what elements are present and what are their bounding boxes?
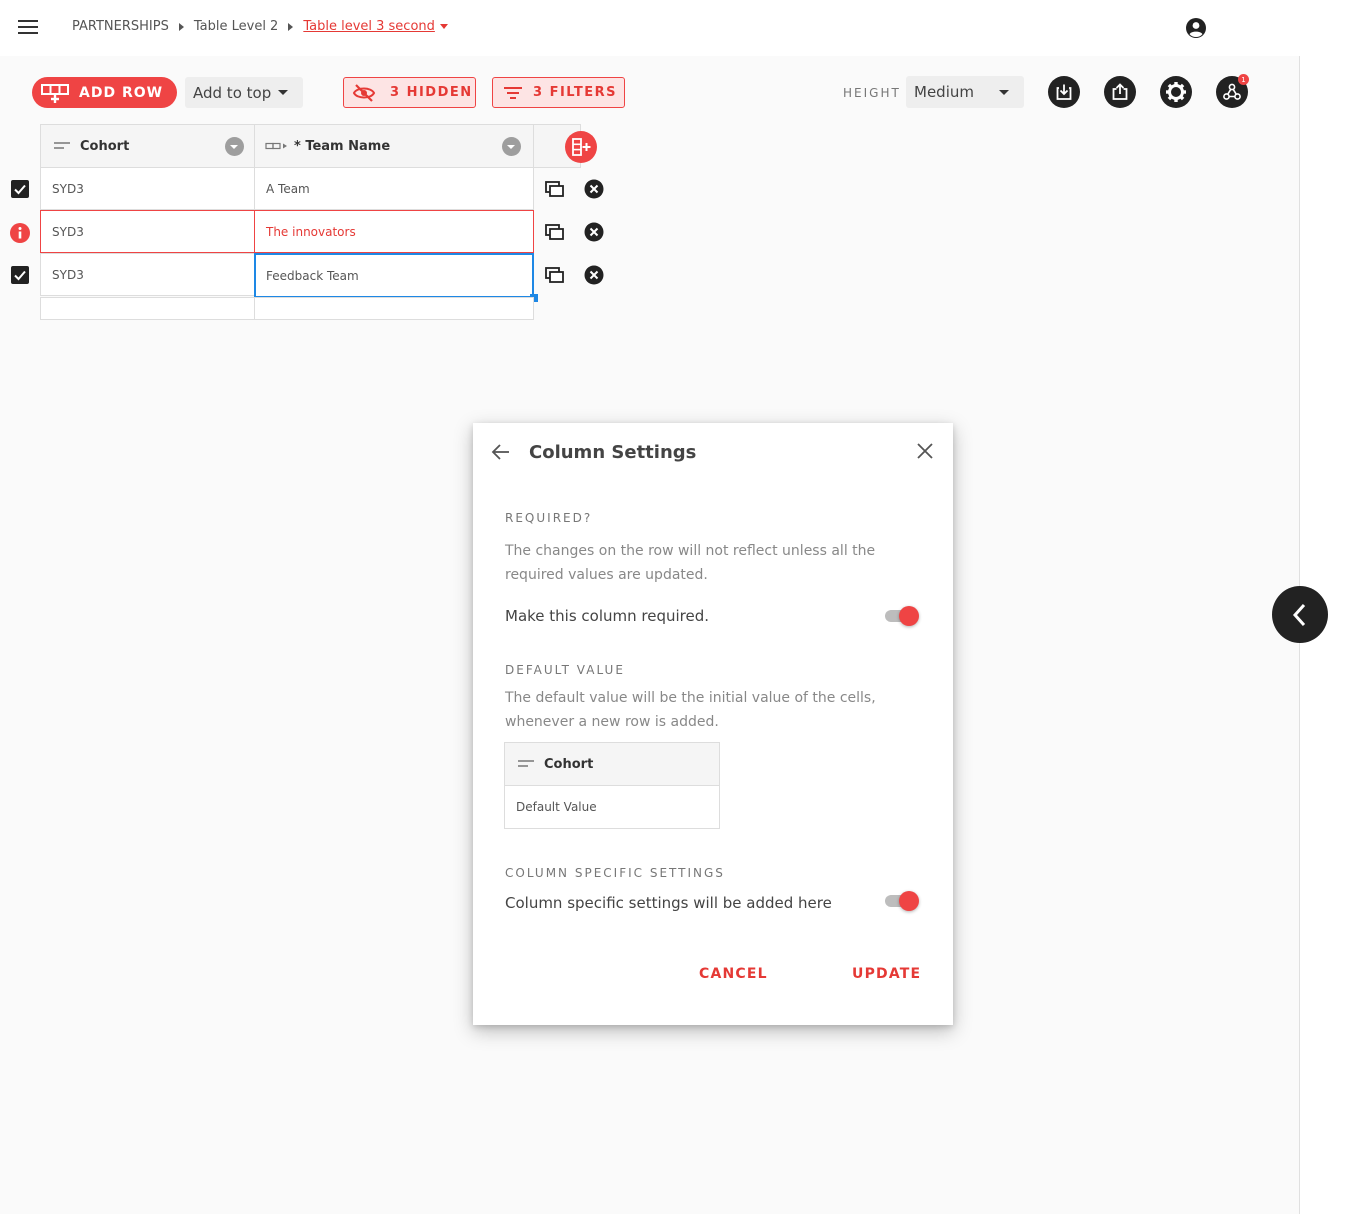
gear-icon	[1166, 82, 1186, 102]
caret-down-icon	[999, 90, 1009, 95]
breadcrumb-current-label: Table level 3 second	[303, 19, 435, 34]
column-header-cohort[interactable]: Cohort	[40, 124, 255, 168]
column-header-team-name[interactable]: * Team Name	[254, 124, 534, 168]
hidden-columns-button[interactable]: 3 HIDDEN	[343, 77, 476, 108]
webhook-icon	[1223, 83, 1241, 100]
export-icon	[1112, 83, 1128, 100]
column-menu-dropdown[interactable]	[502, 137, 521, 156]
default-value-description: The default value will be the initial va…	[505, 690, 876, 730]
cancel-button[interactable]: CANCEL	[699, 966, 768, 982]
delete-row-icon[interactable]	[584, 265, 604, 285]
delete-row-icon[interactable]	[584, 222, 604, 242]
chevron-right-icon	[178, 22, 184, 31]
toggle-thumb	[899, 606, 919, 626]
table-cell-cohort[interactable]: SYD3	[40, 210, 255, 253]
table-cell-empty[interactable]	[40, 297, 255, 320]
caret-down-icon	[278, 90, 288, 95]
menu-icon[interactable]	[18, 20, 38, 36]
column-settings-dialog: Column Settings REQUIRED? The changes on…	[473, 423, 953, 1025]
import-icon	[1056, 84, 1072, 100]
add-position-value: Add to top	[193, 83, 272, 102]
short-text-icon	[518, 760, 534, 767]
add-row-button[interactable]: ADD ROW	[32, 77, 177, 108]
row-height-value: Medium	[914, 83, 974, 101]
top-bar: PARTNERSHIPS Table Level 2 Table level 3…	[0, 0, 1360, 56]
breadcrumb: PARTNERSHIPS Table Level 2 Table level 3…	[72, 19, 448, 34]
column-specific-toggle[interactable]	[883, 891, 921, 911]
default-value-section-label: DEFAULT VALUE	[505, 663, 625, 677]
checkbox-checked-icon[interactable]	[11, 266, 29, 284]
filters-label: 3 FILTERS	[533, 85, 618, 100]
update-button[interactable]: UPDATE	[852, 966, 921, 982]
arrow-back-icon[interactable]	[491, 442, 511, 462]
hidden-columns-label: 3 HIDDEN	[390, 85, 473, 100]
table-cell-team-name[interactable]: A Team	[254, 167, 534, 210]
default-value-input[interactable]: Default Value	[504, 785, 720, 829]
chevron-right-icon	[288, 22, 294, 31]
breadcrumb-item-current[interactable]: Table level 3 second	[303, 19, 448, 34]
import-button[interactable]	[1048, 76, 1080, 108]
link-column-icon	[265, 142, 287, 150]
duplicate-row-icon[interactable]	[544, 179, 564, 199]
column-specific-section-label: COLUMN SPECIFIC SETTINGS	[505, 866, 725, 880]
column-specific-toggle-label: Column specific settings will be added h…	[505, 894, 832, 912]
row-height-select[interactable]: Medium	[906, 76, 1024, 108]
add-row-icon	[41, 83, 69, 103]
dialog-title: Column Settings	[529, 442, 697, 463]
delete-row-icon[interactable]	[584, 179, 604, 199]
duplicate-row-icon[interactable]	[544, 265, 564, 285]
add-position-select[interactable]: Add to top	[185, 77, 303, 108]
error-info-icon[interactable]	[10, 223, 30, 243]
table-cell-team-name-active[interactable]: Feedback Team	[254, 253, 534, 298]
account-circle-icon[interactable]	[1185, 17, 1207, 39]
required-toggle[interactable]	[883, 606, 921, 626]
side-panel-toggle-button[interactable]	[1272, 586, 1328, 643]
duplicate-row-icon[interactable]	[544, 222, 564, 242]
column-header-label: * Team Name	[294, 138, 391, 154]
table-cell-empty[interactable]	[254, 297, 534, 320]
table-cell-cohort[interactable]: SYD3	[40, 253, 255, 296]
required-section-label: REQUIRED?	[505, 511, 593, 525]
required-toggle-label: Make this column required.	[505, 607, 710, 625]
toggle-thumb	[899, 891, 919, 911]
caret-down-icon	[439, 24, 448, 29]
column-header-label: Cohort	[80, 138, 130, 154]
short-text-icon	[54, 142, 70, 149]
breadcrumb-item-partnerships[interactable]: PARTNERSHIPS	[72, 19, 169, 34]
filters-button[interactable]: 3 FILTERS	[492, 77, 625, 108]
default-value-column-label: Cohort	[544, 756, 594, 772]
settings-button[interactable]	[1160, 76, 1192, 108]
row-height-label: HEIGHT	[843, 86, 901, 100]
add-column-icon	[572, 138, 591, 156]
default-value-column-header: Cohort	[504, 742, 720, 786]
export-button[interactable]	[1104, 76, 1136, 108]
chevron-left-icon	[1292, 603, 1306, 626]
close-icon[interactable]	[916, 442, 934, 460]
notification-badge: 1	[1238, 74, 1249, 85]
add-column-button[interactable]	[565, 131, 597, 163]
checkbox-checked-icon[interactable]	[11, 180, 29, 198]
visibility-off-icon	[352, 83, 376, 102]
filter-icon	[504, 86, 522, 99]
add-row-label: ADD ROW	[79, 84, 164, 101]
breadcrumb-item-table-level-2[interactable]: Table Level 2	[194, 19, 278, 34]
table-cell-cohort[interactable]: SYD3	[40, 167, 255, 210]
required-description: The changes on the row will not reflect …	[505, 543, 876, 583]
column-menu-dropdown[interactable]	[225, 137, 244, 156]
table-cell-team-name[interactable]: The innovators	[254, 210, 534, 253]
